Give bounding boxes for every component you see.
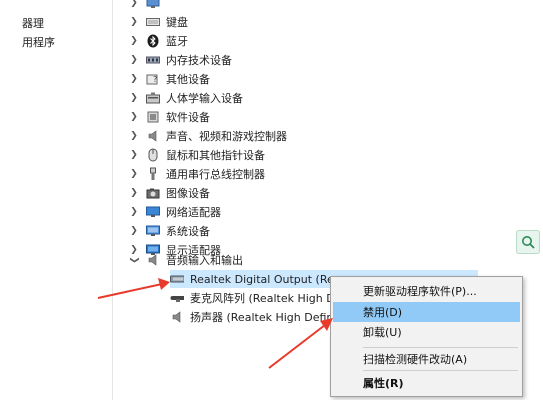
tree-row-label: 声音、视频和游戏控制器 (166, 130, 287, 143)
chevron-right-icon[interactable]: ❯ (128, 93, 140, 103)
menu-item-label: 卸载(U) (363, 326, 402, 339)
tree-row-keyboard[interactable]: ❯ 键盘 (128, 13, 188, 31)
chevron-right-icon[interactable]: ❯ (128, 169, 140, 179)
tree-row-speakers[interactable]: 扬声器 (Realtek High Defin (170, 308, 333, 326)
chevron-right-icon[interactable]: ❯ (128, 74, 140, 84)
left-navigation-pane: 器理 用程序 (0, 0, 110, 400)
usb-icon (146, 167, 160, 181)
tree-row-microphone-array[interactable]: 麦克风阵列 (Realtek High D (170, 289, 335, 307)
memory-device-icon (146, 53, 160, 67)
chevron-right-icon[interactable]: ❯ (128, 131, 140, 141)
menu-item-disable[interactable]: 禁用(D) (333, 302, 520, 322)
bluetooth-icon (146, 34, 160, 48)
tree-row-label: 通用串行总线控制器 (166, 168, 265, 181)
tree-row-label: 其他设备 (166, 73, 210, 86)
search-icon (522, 236, 535, 249)
speaker-icon (146, 253, 160, 267)
menu-item-label: 更新驱动程序软件(P)... (363, 285, 477, 298)
tree-row-label: 音频输入和输出 (166, 254, 243, 267)
tree-row-label: 麦克风阵列 (Realtek High D (190, 292, 335, 305)
microphone-icon (170, 291, 184, 305)
chevron-right-icon[interactable]: ❯ (128, 112, 140, 122)
tree-row-label: 软件设备 (166, 111, 210, 124)
tree-row-bluetooth[interactable]: ❯ 蓝牙 (128, 32, 188, 50)
tree-row-label: 系统设备 (166, 225, 210, 238)
camera-icon (146, 186, 160, 200)
chevron-right-icon[interactable]: ❯ (128, 0, 140, 8)
tree-row-label: 键盘 (166, 16, 188, 29)
tree-row-system[interactable]: ❯ 系统设备 (128, 222, 210, 240)
system-device-icon (146, 224, 160, 238)
tree-row-label: 内存技术设备 (166, 54, 232, 67)
tree-row-network[interactable]: ❯ 网络适配器 (128, 203, 221, 221)
network-adapter-icon (146, 205, 160, 219)
tree-row-audio-io[interactable]: ❯ 音频输入和输出 (128, 251, 243, 269)
tree-row-memory[interactable]: ❯ 内存技术设备 (128, 51, 232, 69)
digital-output-icon (170, 272, 184, 286)
chevron-right-icon[interactable]: ❯ (128, 188, 140, 198)
tree-row-partial: ❯ (128, 0, 166, 12)
keyboard-icon (146, 15, 160, 29)
chevron-right-icon[interactable]: ❯ (128, 17, 140, 27)
tree-row-usb[interactable]: ❯ 通用串行总线控制器 (128, 165, 265, 183)
monitor-icon (146, 0, 160, 10)
chevron-right-icon[interactable]: ❯ (128, 226, 140, 236)
menu-item-label: 扫描检测硬件改动(A) (363, 353, 468, 366)
menu-item-scan-hardware[interactable]: 扫描检测硬件改动(A) (333, 349, 520, 369)
tree-row-mouse[interactable]: ❯ 鼠标和其他指针设备 (128, 146, 265, 164)
other-device-icon: ? (146, 72, 160, 86)
pane-divider (112, 0, 113, 400)
nav-item-apps[interactable]: 用程序 (22, 34, 55, 50)
tree-row-label: 扬声器 (Realtek High Defin (190, 311, 334, 324)
software-device-icon (146, 110, 160, 124)
nav-item-device-manager[interactable]: 器理 (22, 15, 44, 31)
chevron-right-icon[interactable]: ❯ (128, 55, 140, 65)
chevron-down-icon[interactable]: ❯ (129, 254, 139, 266)
tree-row-label: 人体学输入设备 (166, 92, 243, 105)
tree-row-hid[interactable]: ❯ 人体学输入设备 (128, 89, 243, 107)
hid-icon (146, 91, 160, 105)
tree-row-label: 网络适配器 (166, 206, 221, 219)
tree-row-software[interactable]: ❯ 软件设备 (128, 108, 210, 126)
mouse-icon (146, 148, 160, 162)
tree-row-label: Realtek Digital Output (Re (190, 272, 334, 286)
menu-separator (363, 347, 518, 348)
tree-row-imaging[interactable]: ❯ 图像设备 (128, 184, 210, 202)
svg-text:?: ? (153, 75, 157, 84)
tree-row-sound-video[interactable]: ❯ 声音、视频和游戏控制器 (128, 127, 287, 145)
chevron-right-icon[interactable]: ❯ (128, 36, 140, 46)
speaker-icon (146, 129, 160, 143)
menu-item-properties[interactable]: 属性(R) (333, 373, 520, 393)
chevron-right-icon[interactable]: ❯ (128, 207, 140, 217)
menu-item-label: 属性(R) (363, 377, 404, 390)
menu-separator (363, 370, 518, 371)
search-button[interactable] (516, 230, 540, 254)
tree-row-label: 鼠标和其他指针设备 (166, 149, 265, 162)
tree-row-other-devices[interactable]: ❯ ? 其他设备 (128, 70, 210, 88)
chevron-right-icon[interactable]: ❯ (128, 150, 140, 160)
menu-item-label: 禁用(D) (363, 306, 403, 319)
menu-item-uninstall[interactable]: 卸载(U) (333, 322, 520, 342)
tree-row-label: 蓝牙 (166, 35, 188, 48)
context-menu: 更新驱动程序软件(P)... 禁用(D) 卸载(U) 扫描检测硬件改动(A) 属… (330, 276, 523, 397)
speaker-icon (170, 310, 184, 324)
menu-item-update-driver[interactable]: 更新驱动程序软件(P)... (333, 281, 520, 301)
tree-row-label: 图像设备 (166, 187, 210, 200)
